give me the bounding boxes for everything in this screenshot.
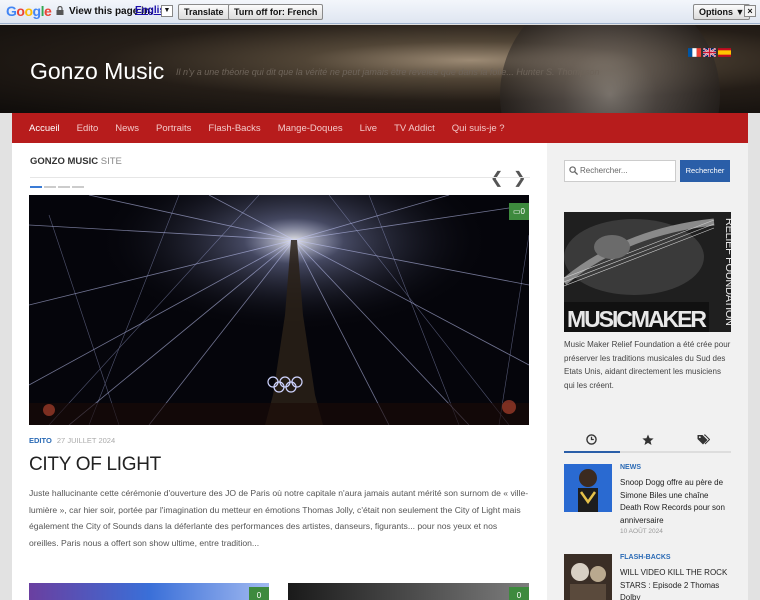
main-content: GONZO MUSIC SITE ❮ ❯ ▭0 EDITO 27 JUILLET…	[12, 143, 547, 600]
eiffel-light-show-image	[29, 195, 529, 425]
language-flags	[688, 48, 731, 57]
slider-dot[interactable]	[30, 186, 42, 188]
flag-fr-icon[interactable]	[688, 48, 701, 57]
post-thumbnail[interactable]	[564, 464, 612, 512]
post-category[interactable]: NEWS	[620, 464, 641, 471]
post-date: 27 JUILLET 2024	[56, 436, 116, 445]
sidebar: Rechercher... Rechercher MUSICMAKER RELI…	[547, 143, 748, 600]
turn-off-button[interactable]: Turn off for: French	[228, 4, 324, 20]
slider-dot[interactable]	[58, 186, 70, 188]
main-nav: Accueil Edito News Portraits Flash-Backs…	[12, 113, 748, 143]
post-date: 10 AOÛT 2024	[620, 528, 663, 535]
mm-logo-main: MUSICMAKER	[567, 306, 707, 332]
post-category[interactable]: EDITO	[29, 436, 52, 445]
nav-item-live[interactable]: Live	[360, 123, 377, 134]
music-maker-logo[interactable]: MUSICMAKER RELIEF FOUNDATION	[564, 212, 731, 332]
tab-recent[interactable]	[564, 428, 620, 453]
comment-icon: ▭	[512, 207, 521, 216]
mm-logo-side: RELIEF FOUNDATION	[723, 218, 731, 326]
slider-dot[interactable]	[44, 186, 56, 188]
nav-item-tv-addict[interactable]: TV Addict	[394, 123, 435, 134]
slider-next-icon[interactable]: ❯	[513, 168, 526, 188]
nav-item-edito[interactable]: Edito	[77, 123, 99, 134]
nav-item-portraits[interactable]: Portraits	[156, 123, 191, 134]
slider-dots	[30, 186, 84, 188]
nav-item-accueil[interactable]: Accueil	[29, 123, 60, 134]
close-icon[interactable]: ×	[744, 5, 756, 17]
nav-item-qui-suis-je[interactable]: Qui suis-je ?	[452, 123, 505, 134]
tab-popular[interactable]	[620, 428, 676, 451]
post-thumbnail[interactable]: 0	[288, 583, 529, 600]
list-item[interactable]: FLASH-BACKS WILL VIDEO KILL THE ROCK STA…	[564, 554, 731, 600]
chevron-down-icon[interactable]: ▼	[161, 5, 173, 17]
tab-tags[interactable]	[675, 428, 731, 451]
post-title[interactable]: Snoop Dogg offre au père de Simone Biles…	[620, 477, 731, 527]
site-header: Gonzo Music Il n'y a une théorie qui dit…	[0, 25, 760, 113]
site-title[interactable]: Gonzo Music	[30, 58, 164, 85]
sidebar-tabs	[564, 428, 731, 453]
post-title[interactable]: WILL VIDEO KILL THE ROCK STARS : Episode…	[620, 567, 731, 600]
post-thumbnail[interactable]	[564, 554, 612, 600]
flag-uk-icon[interactable]	[703, 48, 716, 57]
translate-bar: Google View this page in: English ▼ Tran…	[0, 0, 760, 24]
music-maker-description: Music Maker Relief Foundation a été crée…	[564, 340, 731, 390]
slider-dot[interactable]	[72, 186, 84, 188]
star-icon	[641, 434, 654, 445]
nav-item-mange-doques[interactable]: Mange-Doques	[278, 123, 343, 134]
clock-icon	[586, 434, 598, 445]
featured-image[interactable]: ▭0	[29, 195, 529, 425]
section-divider	[30, 177, 530, 178]
post-title[interactable]: CITY OF LIGHT	[29, 454, 161, 476]
google-logo: Google	[6, 3, 52, 19]
flag-es-icon[interactable]	[718, 48, 731, 57]
nav-item-flash-backs[interactable]: Flash-Backs	[208, 123, 260, 134]
music-maker-image: MUSICMAKER RELIEF FOUNDATION	[564, 212, 731, 332]
section-title: GONZO MUSIC SITE	[30, 156, 122, 167]
search-placeholder: Rechercher...	[580, 166, 628, 175]
nav-item-news[interactable]: News	[115, 123, 139, 134]
search-input[interactable]: Rechercher...	[564, 160, 676, 182]
tags-icon	[697, 434, 710, 444]
post-excerpt: Juste hallucinante cette cérémonie d'ouv…	[29, 488, 529, 549]
translate-button[interactable]: Translate	[178, 4, 230, 20]
search-icon	[569, 166, 578, 175]
lock-icon	[56, 6, 64, 15]
options-button[interactable]: Options ▼	[693, 4, 751, 20]
post-category[interactable]: FLASH-BACKS	[620, 554, 671, 561]
post-thumbnail[interactable]: 0	[29, 583, 269, 600]
site-tagline: Il n'y a une théorie qui dit que la véri…	[176, 67, 600, 77]
comment-count-badge[interactable]: ▭0	[509, 203, 529, 220]
comment-count-badge[interactable]: 0	[509, 587, 529, 600]
slider-prev-icon[interactable]: ❮	[490, 168, 503, 188]
search-button[interactable]: Rechercher	[680, 160, 730, 182]
post-meta: EDITO 27 JUILLET 2024	[29, 436, 115, 445]
comment-count-badge[interactable]: 0	[249, 587, 269, 600]
list-item[interactable]: NEWS Snoop Dogg offre au père de Simone …	[564, 464, 731, 535]
